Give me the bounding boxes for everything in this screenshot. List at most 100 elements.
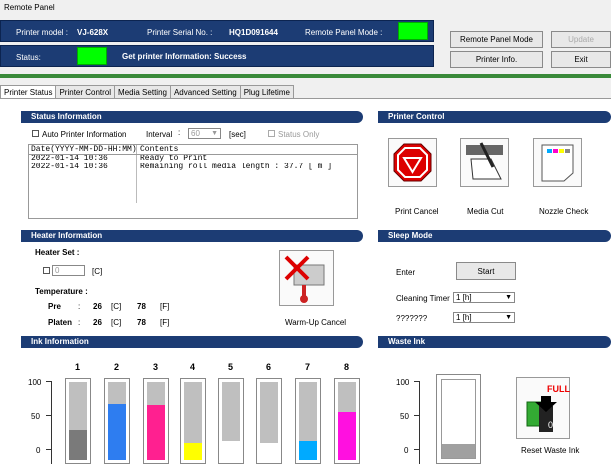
waste-scale-50: 50 [400, 412, 409, 421]
enter-label: Enter [396, 268, 416, 277]
ink-tank [69, 382, 87, 460]
ink-level-bar [143, 378, 169, 464]
ink-channel-number: 7 [305, 362, 311, 372]
ink-channel-number: 4 [190, 362, 196, 372]
interval-select[interactable]: 60 ▼ [188, 128, 221, 139]
waste-ink-fill [442, 443, 475, 458]
reset-waste-ink-label: Reset Waste Ink [521, 446, 580, 455]
cleaning-timer-select[interactable]: 1 [h] ▼ [453, 292, 515, 303]
ink-tick [46, 449, 52, 450]
ink-scale-100: 100 [28, 378, 42, 387]
cleaning-timer-label: Cleaning Timer [396, 294, 450, 303]
ink-level-bar [256, 378, 282, 464]
ink-level-bar [180, 378, 206, 464]
heater-set-checkbox[interactable] [43, 267, 50, 274]
log-col-contents: Contents [140, 145, 179, 154]
auto-info-checkbox[interactable] [32, 130, 39, 137]
status-only-checkbox[interactable] [268, 130, 275, 137]
log-date: 2022-01-14 10:36 [29, 155, 137, 163]
pre-label: Pre [48, 302, 61, 311]
ink-axis [51, 381, 52, 464]
ink-tank [108, 382, 126, 460]
print-cancel-label: Print Cancel [395, 207, 439, 216]
ink-level-bar [65, 378, 91, 464]
tab-printer-status[interactable]: Printer Status [0, 85, 57, 99]
colon: : [78, 318, 81, 327]
unknown-timer-label: ??????? [396, 314, 428, 323]
ink-info-header: Ink Information [21, 336, 363, 348]
model-value: VJ-628X [77, 28, 109, 37]
media-cut-icon [466, 142, 503, 180]
ink-level-bar [218, 378, 244, 464]
pre-f-value: 78 [137, 302, 146, 311]
sleep-mode-header: Sleep Mode [378, 230, 611, 242]
start-button[interactable]: Start [456, 262, 516, 280]
chevron-down-icon: ▼ [505, 314, 512, 321]
mode-indicator [398, 22, 428, 40]
ink-channel-number: 1 [75, 362, 81, 372]
colon: : [78, 302, 81, 311]
unknown-timer-select[interactable]: 1 [h] ▼ [453, 312, 515, 323]
svg-text:0: 0 [548, 420, 553, 430]
chevron-down-icon: ▼ [211, 130, 218, 137]
print-cancel-button[interactable] [388, 138, 437, 187]
printer-info-button[interactable]: Printer Info. [450, 51, 543, 68]
tab-media-setting[interactable]: Media Setting [114, 85, 171, 99]
printer-control-header: Printer Control [378, 111, 611, 123]
heater-cancel-icon [284, 255, 325, 303]
mode-label: Remote Panel Mode : [305, 28, 383, 37]
ink-channel-number: 3 [153, 362, 159, 372]
waste-tick [414, 415, 420, 416]
ink-scale-0: 0 [36, 446, 41, 455]
ink-tick [46, 381, 52, 382]
nozzle-check-button[interactable] [533, 138, 582, 187]
tab-strip: Printer Status Printer Control Media Set… [0, 85, 294, 99]
ink-level-fill [222, 440, 240, 460]
heater-set-input[interactable]: 0 [52, 265, 85, 276]
waste-axis [419, 381, 420, 464]
unit-f: [F] [160, 302, 170, 311]
waste-ink-header: Waste Ink [378, 336, 611, 348]
ink-channel-number: 5 [228, 362, 234, 372]
log-col-date: Date(YYYY-MM-DD-HH:MM) [31, 145, 137, 154]
temperature-label: Temperature : [35, 287, 88, 296]
heater-info-header: Heater Information [21, 230, 363, 242]
update-button[interactable]: Update [551, 31, 611, 48]
ink-level-bar [334, 378, 360, 464]
pre-c-value: 26 [93, 302, 102, 311]
ink-tick [46, 415, 52, 416]
status-log[interactable]: Date(YYYY-MM-DD-HH:MM) Contents 2022-01-… [28, 144, 358, 219]
reset-waste-ink-button[interactable]: 0 FULL [516, 377, 570, 439]
ink-level-fill [184, 442, 202, 460]
platen-c-value: 26 [93, 318, 102, 327]
serial-value: HQ1D091644 [229, 28, 278, 37]
log-row: 2022-01-14 10:36 Ready to Print [29, 155, 357, 163]
nozzle-check-icon [541, 144, 574, 182]
log-content: Ready to Print [140, 155, 208, 163]
warmup-cancel-button[interactable] [279, 250, 334, 306]
exit-button[interactable]: Exit [551, 51, 611, 68]
ink-tank [147, 382, 165, 460]
media-cut-label: Media Cut [467, 207, 504, 216]
tab-plug-lifetime[interactable]: Plug Lifetime [239, 85, 294, 99]
waste-ink-bar [436, 374, 481, 464]
model-label: Printer model : [16, 28, 69, 37]
heater-set-label: Heater Set : [35, 248, 80, 257]
ink-level-fill [69, 430, 87, 460]
heater-set-unit: [C] [92, 267, 103, 276]
tab-printer-control[interactable]: Printer Control [55, 85, 116, 99]
ink-level-fill [338, 411, 356, 460]
ink-channel-number: 8 [344, 362, 350, 372]
nozzle-check-label: Nozzle Check [539, 207, 589, 216]
auto-info-label: Auto Printer Information [42, 130, 127, 139]
unit-c: [C] [111, 318, 122, 327]
waste-scale-100: 100 [396, 378, 410, 387]
interval-label: Interval [146, 130, 173, 139]
tab-advanced-setting[interactable]: Advanced Setting [169, 85, 241, 99]
cleaning-timer-value: 1 [h] [456, 293, 472, 302]
media-cut-button[interactable] [460, 138, 509, 187]
platen-label: Platen [48, 318, 73, 327]
remote-panel-mode-button[interactable]: Remote Panel Mode [450, 31, 543, 48]
waste-tick [414, 381, 420, 382]
status-info-header: Status Information [21, 111, 363, 123]
